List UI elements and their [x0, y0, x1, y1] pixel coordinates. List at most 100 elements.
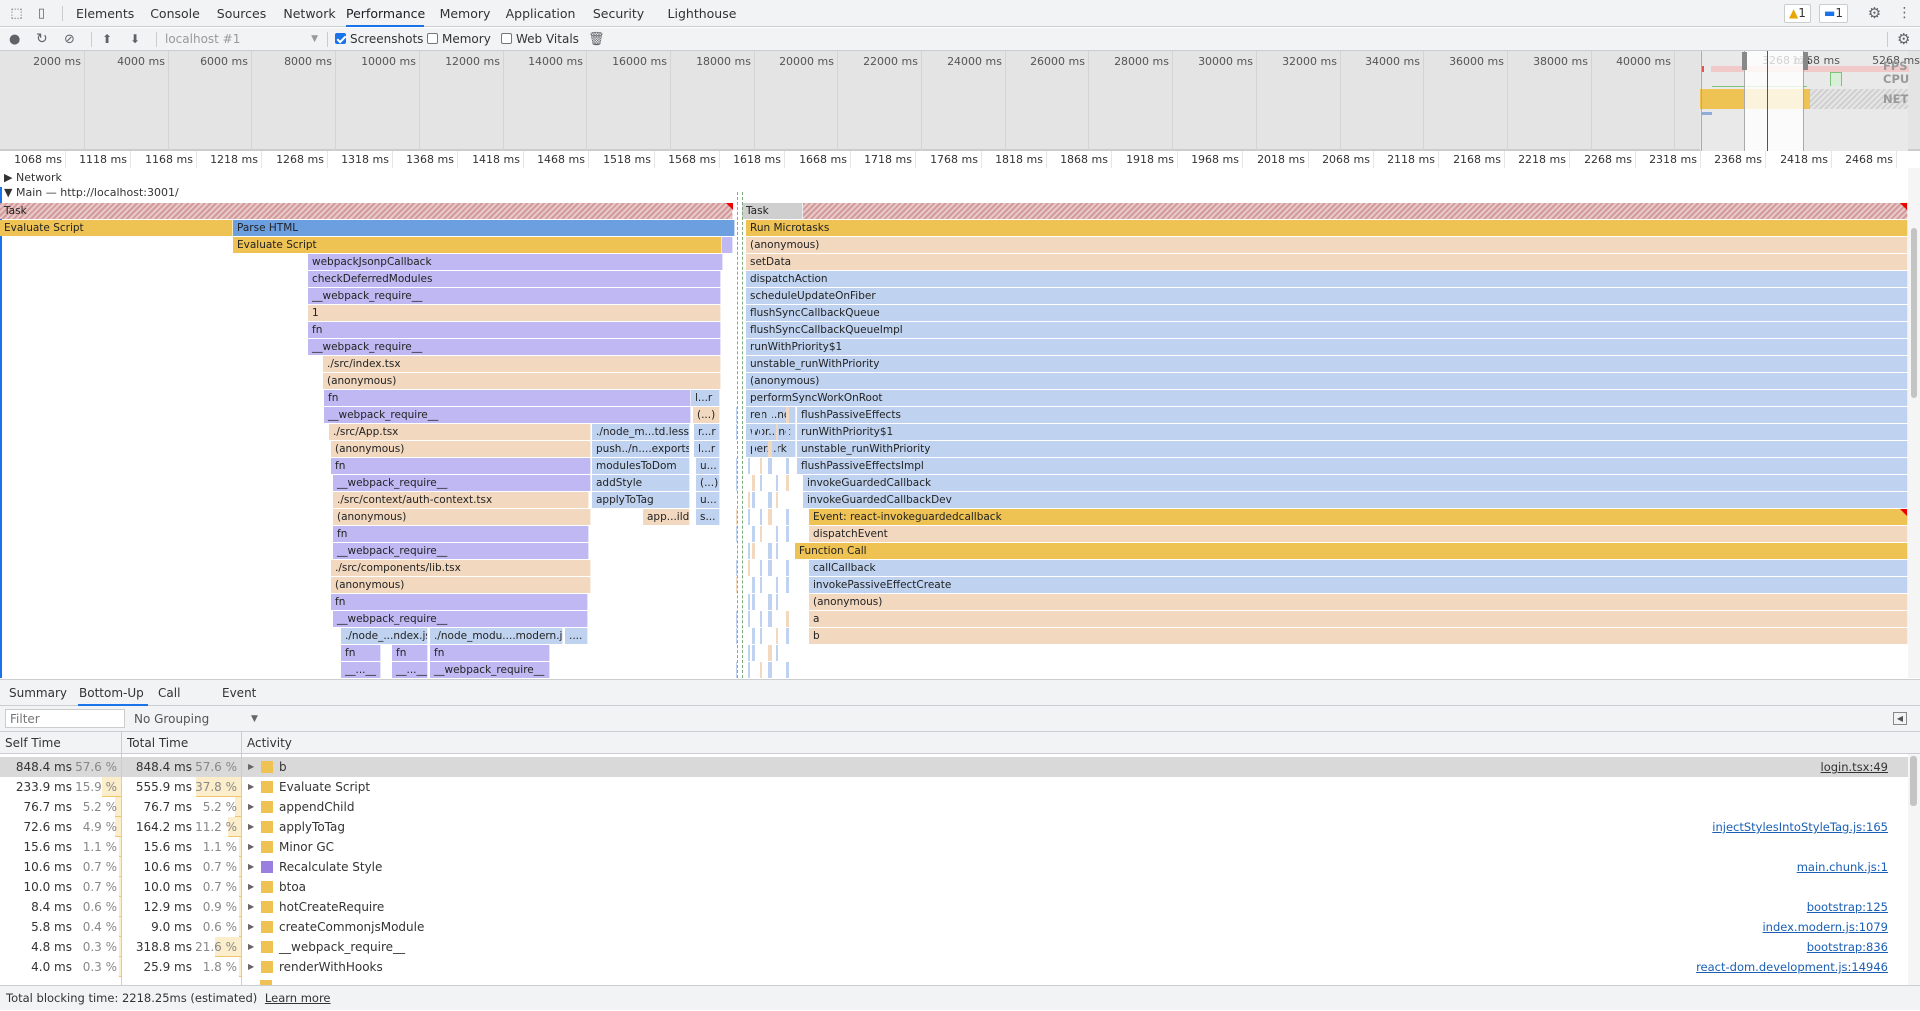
device-toolbar-icon[interactable]: ▯ — [34, 6, 49, 21]
flame-event[interactable]: l...r — [694, 441, 720, 457]
flame-event[interactable]: app...ild — [643, 509, 690, 525]
flame-event[interactable]: fn — [331, 594, 588, 610]
flame-event[interactable]: u... — [696, 458, 720, 474]
source-link[interactable]: bootstrap:836 — [1807, 937, 1888, 957]
flame-event[interactable]: modulesToDom — [592, 458, 690, 474]
tab-performance[interactable]: Performance — [346, 0, 425, 27]
flame-event[interactable]: a — [809, 611, 1908, 627]
flame-event[interactable]: ./node_modu....modern.js — [430, 628, 563, 644]
expand-triangle-icon[interactable]: ▶ — [248, 917, 254, 937]
flame-event[interactable]: l...r — [691, 390, 720, 406]
table-row[interactable]: 8.4 ms 0.6 % 12.9 ms 0.9 % ▶ hotCreateRequire… — [0, 897, 1908, 917]
flame-event[interactable]: flushPassiveEffects — [797, 407, 1908, 423]
flame-event[interactable]: Task — [742, 203, 803, 219]
download-profile-icon[interactable]: ⬇ — [130, 28, 140, 51]
screenshots-checkbox[interactable]: Screenshots — [335, 28, 423, 51]
flame-event[interactable]: flushSyncCallbackQueue — [746, 305, 1908, 321]
flame-event[interactable]: fn — [324, 390, 691, 406]
expand-triangle-icon[interactable]: ▶ — [248, 937, 254, 957]
flame-event[interactable]: fn — [331, 458, 591, 474]
table-row[interactable]: 233.9 ms 15.9 % 555.9 ms 37.8 % ▶ Evaluate Sc… — [0, 777, 1908, 797]
capture-settings-gear-icon[interactable]: ⚙ — [1897, 28, 1910, 51]
flame-event[interactable]: runWithPriority$1 — [797, 424, 1908, 440]
flame-event[interactable]: Function Call — [795, 543, 1908, 559]
flame-event[interactable]: __webpack_require__ — [430, 662, 550, 678]
flame-event[interactable]: ./src/components/lib.tsx — [331, 560, 591, 576]
tab-event-log[interactable]: Event Log — [221, 680, 273, 726]
flame-event[interactable]: Parse HTML — [233, 220, 735, 236]
memory-checkbox[interactable]: Memory — [427, 28, 491, 51]
clear-icon[interactable]: ⊘ — [64, 28, 75, 51]
table-row[interactable]: 5.8 ms 0.4 % 9.0 ms 0.6 % ▶ createCommonjsMod… — [0, 917, 1908, 937]
column-activity[interactable]: Activity — [242, 732, 1920, 754]
flame-event[interactable]: invokeGuardedCallback — [803, 475, 1908, 491]
tab-sources[interactable]: Sources — [213, 0, 270, 27]
main-track-header[interactable]: ▼ Main — http://localhost:3001/ — [4, 186, 179, 199]
expand-triangle-icon[interactable]: ▶ — [248, 957, 254, 977]
flame-scrollbar[interactable] — [1908, 168, 1920, 678]
table-row[interactable]: 72.6 ms 4.9 % 164.2 ms 11.2 % ▶ applyToTag inj… — [0, 817, 1908, 837]
flame-event[interactable]: 1 — [308, 305, 721, 321]
table-scrollbar[interactable] — [1908, 754, 1920, 985]
grouping-select[interactable]: No Grouping ▼ — [134, 706, 264, 732]
expand-triangle-icon[interactable]: ▶ — [248, 837, 254, 857]
flame-event[interactable]: (anonymous) — [333, 509, 591, 525]
checkbox-checked[interactable] — [335, 33, 346, 44]
table-row[interactable]: 10.0 ms 0.7 % 10.0 ms 0.7 % ▶ btoa — [0, 877, 1908, 897]
selection-right-handle[interactable] — [1803, 52, 1808, 70]
flame-event[interactable]: s... — [696, 509, 720, 525]
table-row[interactable]: 848.4 ms 57.6 % 848.4 ms 57.6 % ▶ b login.tsx:… — [0, 757, 1908, 777]
flame-event[interactable]: __webpack_require__ — [333, 543, 589, 559]
source-link[interactable]: main.chunk.js:1 — [1797, 857, 1888, 877]
flame-event[interactable]: flushSyncCallbackQueueImpl — [746, 322, 1908, 338]
expand-triangle-icon[interactable]: ▶ — [248, 797, 254, 817]
tab-lighthouse[interactable]: Lighthouse — [664, 0, 740, 27]
table-row[interactable]: 15.6 ms 1.1 % 15.6 ms 1.1 % ▶ Minor GC — [0, 837, 1908, 857]
flame-event[interactable]: fn — [392, 645, 428, 661]
flame-event[interactable]: invokePassiveEffectCreate — [809, 577, 1908, 593]
flame-event[interactable]: (...) — [696, 475, 720, 491]
messages-badge[interactable]: ▬1 — [1819, 4, 1848, 23]
flame-event[interactable]: __...__ — [341, 662, 381, 678]
flame-event[interactable]: performSyncWorkOnRoot — [746, 390, 1908, 406]
web-vitals-checkbox[interactable]: Web Vitals — [501, 28, 579, 51]
recording-select[interactable]: localhost #1 ▼ — [165, 28, 322, 51]
flame-event[interactable]: dispatchEvent — [809, 526, 1908, 542]
column-self-time[interactable]: Self Time — [0, 732, 122, 754]
record-icon[interactable]: ● — [9, 28, 20, 51]
tab-bottom-up[interactable]: Bottom-Up — [78, 680, 148, 706]
tab-call-tree[interactable]: Call Tree — [157, 680, 203, 726]
flame-event[interactable]: callCallback — [809, 560, 1908, 576]
flame-event[interactable]: applyToTag — [592, 492, 690, 508]
flame-event[interactable]: .... — [565, 628, 588, 644]
flame-event[interactable]: webpackJsonpCallback — [308, 254, 723, 270]
inspect-element-icon[interactable]: ⬚ — [9, 6, 24, 21]
flame-event[interactable]: ./src/App.tsx — [329, 424, 591, 440]
more-options-icon[interactable]: ⋮ — [1897, 6, 1912, 21]
upload-profile-icon[interactable]: ⬆ — [102, 28, 112, 51]
settings-gear-icon[interactable]: ⚙ — [1867, 6, 1882, 21]
checkbox-unchecked[interactable] — [427, 33, 438, 44]
flame-event[interactable]: (anonymous) — [746, 373, 1908, 389]
expand-triangle-icon[interactable]: ▶ — [248, 897, 254, 917]
tab-security[interactable]: Security — [588, 0, 649, 27]
flame-event[interactable]: (anonymous) — [746, 237, 1908, 253]
filter-input[interactable] — [5, 709, 125, 728]
tab-summary[interactable]: Summary — [8, 680, 67, 706]
toggle-sidebar-icon[interactable]: ◀ — [1893, 712, 1907, 725]
flame-event[interactable]: (anonymous) — [331, 577, 591, 593]
source-link[interactable]: bootstrap:125 — [1807, 897, 1888, 917]
expand-triangle-icon[interactable]: ▶ — [248, 877, 254, 897]
column-total-time[interactable]: Total Time — [122, 732, 242, 754]
warnings-badge[interactable]: ▲1 — [1784, 4, 1811, 23]
timeline-overview[interactable]: 2000 ms 4000 ms 6000 ms 8000 ms 10000 ms 1200… — [0, 51, 1920, 151]
flame-event[interactable]: (anonymous) — [323, 373, 721, 389]
expand-triangle-icon[interactable]: ▶ — [248, 817, 254, 837]
expand-triangle-icon[interactable]: ▶ — [248, 777, 254, 797]
network-track-header[interactable]: ▶ Network — [4, 171, 62, 184]
flame-event[interactable]: Evaluate Script — [0, 220, 233, 236]
flame-event[interactable]: addStyle — [592, 475, 690, 491]
table-row[interactable]: 4.0 ms 0.3 % 25.9 ms 1.8 % ▶ renderWithHooks r… — [0, 957, 1908, 977]
flame-event[interactable]: __webpack_require__ — [308, 288, 721, 304]
flame-event[interactable]: ./node_...ndex.js — [341, 628, 428, 644]
